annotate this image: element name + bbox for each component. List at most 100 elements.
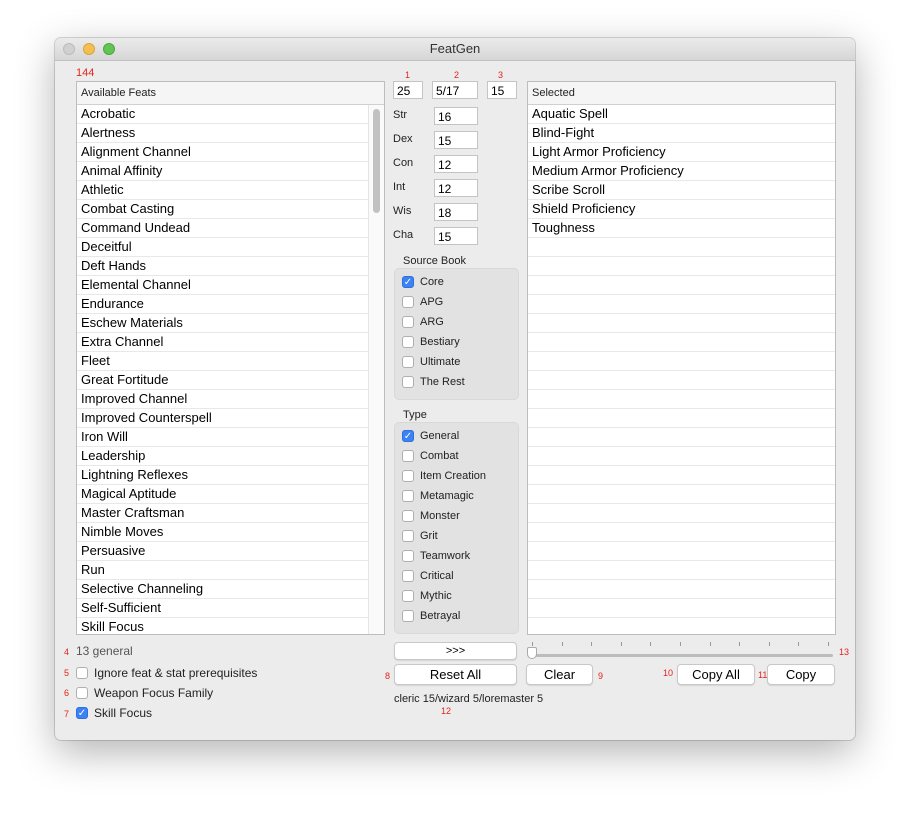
- available-feats-list[interactable]: Available Feats Acrobatic Alertness Alignm…: [76, 81, 385, 635]
- checkbox-box[interactable]: [402, 376, 414, 388]
- type-checkbox[interactable]: Betrayal: [402, 610, 460, 622]
- level-field[interactable]: 25: [393, 81, 423, 99]
- checkbox-label: Metamagic: [420, 490, 474, 502]
- feat-list-item[interactable]: Endurance: [77, 295, 369, 314]
- checkbox-box[interactable]: [76, 687, 88, 699]
- hd-field[interactable]: 15: [487, 81, 517, 99]
- feat-list-item[interactable]: Combat Casting: [77, 200, 369, 219]
- feat-list-item[interactable]: Self-Sufficient: [77, 599, 369, 618]
- selected-list-item[interactable]: Toughness: [528, 219, 835, 238]
- type-checkbox[interactable]: Combat: [402, 450, 459, 462]
- checkbox-label: ARG: [420, 316, 444, 328]
- type-checkbox[interactable]: Grit: [402, 530, 438, 542]
- checkmark-icon[interactable]: ✓: [402, 430, 414, 442]
- checkbox-box[interactable]: [402, 316, 414, 328]
- selected-feats-list[interactable]: Selected Aquatic Spell Blind-Fight Light A…: [527, 81, 836, 635]
- source-book-checkbox[interactable]: Bestiary: [402, 336, 460, 348]
- copy-button[interactable]: Copy: [767, 664, 835, 685]
- weapon-focus-checkbox[interactable]: Weapon Focus Family: [76, 686, 213, 700]
- selected-list-item[interactable]: Blind-Fight: [528, 124, 835, 143]
- type-checkbox[interactable]: Critical: [402, 570, 454, 582]
- ignore-prereq-checkbox[interactable]: Ignore feat & stat prerequisites: [76, 666, 257, 680]
- feats-field[interactable]: 5/17: [432, 81, 478, 99]
- feat-list-item[interactable]: Acrobatic: [77, 105, 369, 124]
- checkbox-box[interactable]: [402, 550, 414, 562]
- stat-field-dex[interactable]: 15: [434, 131, 478, 149]
- slider-thumb[interactable]: [527, 647, 537, 659]
- checkbox-box[interactable]: [402, 570, 414, 582]
- checkmark-icon[interactable]: ✓: [76, 707, 88, 719]
- scrollbar-thumb[interactable]: [373, 109, 380, 213]
- feat-list-item[interactable]: Command Undead: [77, 219, 369, 238]
- checkbox-box[interactable]: [402, 530, 414, 542]
- feat-list-item[interactable]: Nimble Moves: [77, 523, 369, 542]
- feat-list-item[interactable]: Magical Aptitude: [77, 485, 369, 504]
- checkmark-icon[interactable]: ✓: [402, 276, 414, 288]
- source-book-checkbox[interactable]: APG: [402, 296, 443, 308]
- feat-list-item[interactable]: Lightning Reflexes: [77, 466, 369, 485]
- type-checkbox[interactable]: Monster: [402, 510, 460, 522]
- minimize-button[interactable]: [83, 43, 95, 55]
- checkbox-box[interactable]: [402, 450, 414, 462]
- feat-list-item[interactable]: Persuasive: [77, 542, 369, 561]
- feat-list-item[interactable]: Eschew Materials: [77, 314, 369, 333]
- checkbox-box[interactable]: [402, 356, 414, 368]
- selected-list-item[interactable]: Scribe Scroll: [528, 181, 835, 200]
- checkbox-box[interactable]: [402, 610, 414, 622]
- source-book-checkbox[interactable]: ✓ Core: [402, 276, 444, 288]
- clear-button[interactable]: Clear: [526, 664, 593, 685]
- type-checkbox[interactable]: Teamwork: [402, 550, 470, 562]
- feat-list-item[interactable]: Fleet: [77, 352, 369, 371]
- feat-list-item[interactable]: Elemental Channel: [77, 276, 369, 295]
- checkbox-box[interactable]: [402, 510, 414, 522]
- feat-list-item[interactable]: Animal Affinity: [77, 162, 369, 181]
- selected-list-item[interactable]: Aquatic Spell: [528, 105, 835, 124]
- slider[interactable]: [527, 642, 835, 660]
- close-button[interactable]: [63, 43, 75, 55]
- copy-all-button[interactable]: Copy All: [677, 664, 755, 685]
- stat-field-wis[interactable]: 18: [434, 203, 478, 221]
- type-checkbox[interactable]: Mythic: [402, 590, 452, 602]
- stat-label: Int: [393, 181, 406, 193]
- feat-list-item[interactable]: Run: [77, 561, 369, 580]
- checkbox-box[interactable]: [402, 470, 414, 482]
- checkbox-box[interactable]: [76, 667, 88, 679]
- feat-list-item[interactable]: Deft Hands: [77, 257, 369, 276]
- feat-list-item[interactable]: Skill Focus: [77, 618, 369, 634]
- stat-field-int[interactable]: 12: [434, 179, 478, 197]
- type-checkbox[interactable]: Item Creation: [402, 470, 486, 482]
- feat-list-item[interactable]: Alertness: [77, 124, 369, 143]
- source-book-checkbox[interactable]: Ultimate: [402, 356, 460, 368]
- selected-list-item[interactable]: Medium Armor Proficiency: [528, 162, 835, 181]
- type-checkbox[interactable]: Metamagic: [402, 490, 474, 502]
- checkbox-box[interactable]: [402, 296, 414, 308]
- feat-list-item[interactable]: Extra Channel: [77, 333, 369, 352]
- zoom-button[interactable]: [103, 43, 115, 55]
- feat-list-item[interactable]: Athletic: [77, 181, 369, 200]
- source-book-checkbox[interactable]: ARG: [402, 316, 444, 328]
- feat-list-item[interactable]: Master Craftsman: [77, 504, 369, 523]
- feat-list-item[interactable]: Improved Channel: [77, 390, 369, 409]
- reset-all-button[interactable]: Reset All: [394, 664, 517, 685]
- feat-list-item[interactable]: Selective Channeling: [77, 580, 369, 599]
- checkbox-box[interactable]: [402, 336, 414, 348]
- feat-list-item[interactable]: Iron Will: [77, 428, 369, 447]
- feat-list-item[interactable]: Great Fortitude: [77, 371, 369, 390]
- slider-track[interactable]: [529, 654, 833, 657]
- checkbox-box[interactable]: [402, 590, 414, 602]
- add-feats-button[interactable]: >>>: [394, 642, 517, 660]
- feat-list-item[interactable]: Alignment Channel: [77, 143, 369, 162]
- stat-field-str[interactable]: 16: [434, 107, 478, 125]
- stat-field-con[interactable]: 12: [434, 155, 478, 173]
- feat-list-item[interactable]: Improved Counterspell: [77, 409, 369, 428]
- scrollbar[interactable]: [368, 105, 384, 634]
- selected-list-item[interactable]: Shield Proficiency: [528, 200, 835, 219]
- feat-list-item[interactable]: Deceitful: [77, 238, 369, 257]
- stat-field-cha[interactable]: 15: [434, 227, 478, 245]
- checkbox-box[interactable]: [402, 490, 414, 502]
- skill-focus-checkbox[interactable]: ✓ Skill Focus: [76, 706, 152, 720]
- source-book-checkbox[interactable]: The Rest: [402, 376, 465, 388]
- selected-list-item[interactable]: Light Armor Proficiency: [528, 143, 835, 162]
- feat-list-item[interactable]: Leadership: [77, 447, 369, 466]
- type-checkbox[interactable]: ✓ General: [402, 430, 459, 442]
